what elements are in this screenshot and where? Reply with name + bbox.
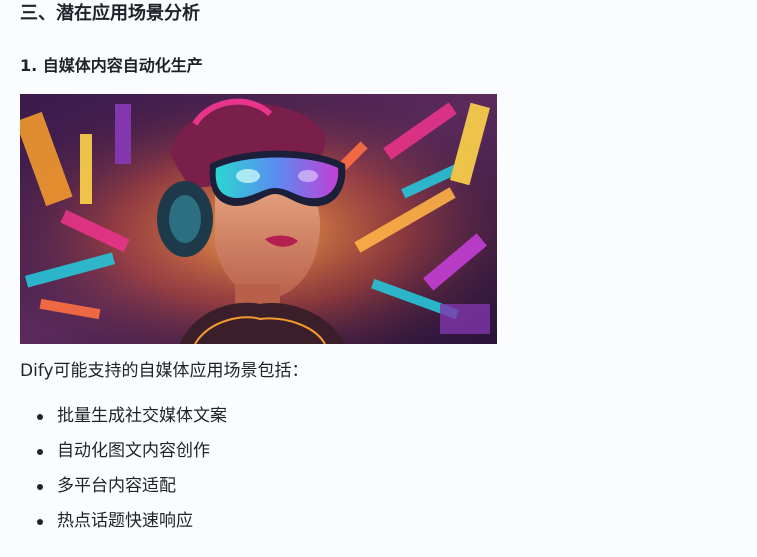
list-item-text: 热点话题快速响应 [57,511,193,531]
list-item: 批量生成社交媒体文案 [20,403,227,438]
list-item: 多平台内容适配 [20,473,227,508]
intro-paragraph: Dify可能支持的自媒体应用场景包括： [20,361,309,381]
bullet-dot [37,449,43,455]
subsection-heading: 1. 自媒体内容自动化生产 [20,56,203,75]
document-page: 三、潜在应用场景分析 1. 自媒体内容自动化生产 Dify可能支持的自媒体应用场… [0,0,757,557]
list-item: 自动化图文内容创作 [20,438,227,473]
list-item: 热点话题快速响应 [20,508,227,543]
cyberpunk-illustration-image [20,94,497,344]
section-heading: 三、潜在应用场景分析 [20,3,200,24]
bullet-dot [37,519,43,525]
list-item-text: 批量生成社交媒体文案 [57,406,227,426]
list-item-text: 自动化图文内容创作 [57,441,210,461]
bullet-dot [37,414,43,420]
list-item-text: 多平台内容适配 [57,476,176,496]
bullet-dot [37,484,43,490]
scenario-list: 批量生成社交媒体文案 自动化图文内容创作 多平台内容适配 热点话题快速响应 [20,403,227,543]
